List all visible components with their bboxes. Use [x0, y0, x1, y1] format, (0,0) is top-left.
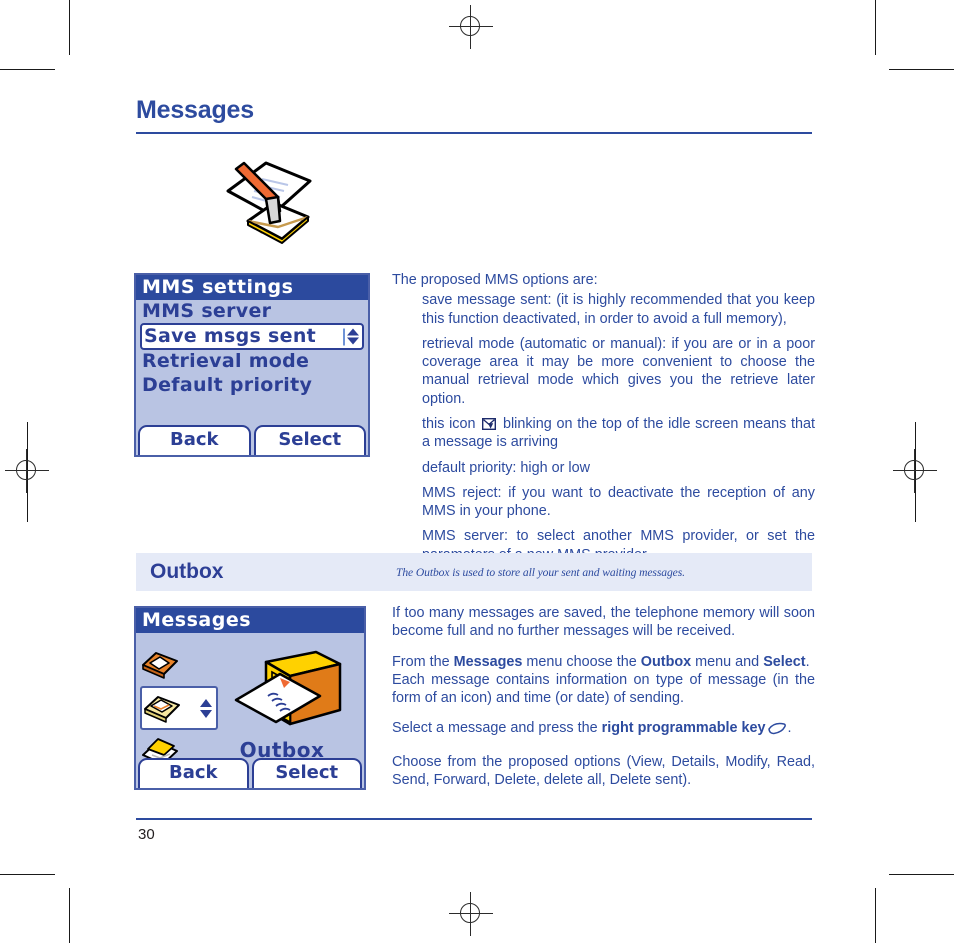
outbox-p2-e: menu and: [691, 653, 764, 670]
outbox-paragraph-1: If too many messages are saved, the tele…: [392, 605, 815, 640]
outbox-p2-messages: Messages: [453, 653, 523, 670]
menu-item-retrieval-mode[interactable]: Retrieval mode: [136, 350, 368, 373]
menu-item-mms-server[interactable]: MMS server: [136, 300, 368, 323]
outbox-softkey-bar: Back Select: [136, 758, 364, 788]
softkey-back[interactable]: Back: [138, 425, 251, 455]
message-folder-icon-strip: [140, 642, 218, 774]
right-programmable-key-icon: [767, 722, 787, 740]
screen-title-messages: Messages: [136, 608, 364, 634]
folder-item-inbox[interactable]: [140, 642, 198, 686]
menu-item-save-msgs-sent[interactable]: Save msgs sent: [140, 323, 364, 351]
inbox-folder-icon: [142, 652, 178, 679]
screen-title-mms-settings: MMS settings: [136, 275, 368, 301]
outbox-paragraph-4: Select a message and press the right pro…: [392, 719, 815, 740]
bullet-blinking-icon-suffix: blinking on the top of the idle screen m…: [422, 415, 815, 451]
scroll-spinner-icon[interactable]: [343, 328, 359, 346]
outbox-body-text: If too many messages are saved, the tele…: [392, 604, 815, 789]
mms-envelope-arrow-icon: [482, 417, 497, 430]
outbox-phone-screen: Messages Outbox Back Select: [134, 606, 366, 790]
outbox-p2-select: Select: [763, 653, 806, 670]
menu-item-default-priority[interactable]: Default priority: [136, 374, 368, 397]
mms-options-text: The proposed MMS options are: save messa…: [392, 271, 815, 564]
page-content: Messages MMS settings MMS server Save ms…: [0, 0, 954, 943]
outbox-p4-a: Select a message and press the: [392, 720, 602, 737]
section-heading-outbox: Outbox: [150, 560, 224, 583]
bullet-retrieval-mode: retrieval mode (automatic or manual): if…: [422, 335, 815, 407]
section-note-outbox: The Outbox is used to store all your sen…: [396, 566, 685, 579]
outbox-p2-c: menu choose the: [522, 653, 641, 670]
outbox-p2-a: From the: [392, 653, 454, 670]
footer-rule: [136, 818, 812, 820]
outbox-p2-outbox: Outbox: [640, 653, 692, 670]
bullet-blinking-icon: this icon blinking on the top of the idl…: [422, 415, 815, 452]
outbox-p4-rpk: right programmable key: [601, 720, 766, 737]
mms-settings-softkey-bar: Back Select: [136, 425, 368, 455]
mms-settings-phone-screen: MMS settings MMS server Save msgs sent R…: [134, 273, 370, 457]
page-title: Messages: [136, 96, 254, 124]
softkey-select[interactable]: Select: [251, 758, 362, 788]
mms-options-bullet-list: save message sent: (it is highly recomme…: [392, 291, 815, 564]
outbox-section-band: Outbox The Outbox is used to store all y…: [136, 553, 812, 591]
outbox-paragraph-2: From the Messages menu choose the Outbox…: [392, 653, 815, 671]
outbox-illustration-icon: [228, 644, 348, 749]
outbox-paragraph-3: Each message contains information on typ…: [392, 671, 815, 707]
outbox-p2-g: .: [805, 653, 810, 670]
scroll-arrows-icon[interactable]: [200, 698, 214, 718]
bullet-save-message-sent: save message sent: (it is highly recomme…: [422, 292, 815, 327]
softkey-select[interactable]: Select: [253, 425, 366, 455]
message-folder-icon: [144, 696, 180, 723]
folder-item-selected[interactable]: [140, 686, 218, 730]
bullet-default-priority: default priority: high or low: [422, 459, 590, 476]
title-rule: [136, 132, 812, 134]
menu-item-save-msgs-sent-label: Save msgs sent: [144, 325, 317, 348]
softkey-back[interactable]: Back: [138, 758, 249, 788]
outbox-p4-c: .: [787, 720, 792, 737]
messages-illustration-icon: [222, 155, 318, 245]
bullet-mms-reject: MMS reject: if you want to deactivate th…: [422, 484, 815, 520]
bullet-blinking-icon-prefix: this icon: [422, 415, 476, 432]
mms-options-lead: The proposed MMS options are:: [392, 272, 598, 288]
outbox-paragraph-5: Choose from the proposed options (View, …: [392, 753, 815, 788]
page-number: 30: [138, 826, 155, 843]
